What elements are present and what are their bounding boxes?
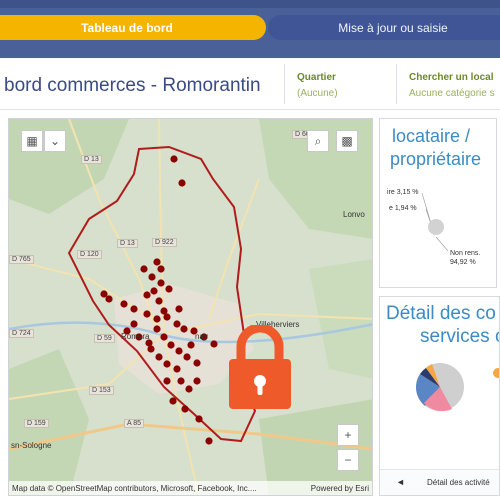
commerce-point[interactable] (181, 405, 189, 413)
pie-label: e 1,94 % (389, 205, 417, 212)
commerce-point[interactable] (183, 353, 191, 361)
services-card: Détail des co services c ◄ Détail des ac… (379, 296, 500, 496)
tenure-card-title: propriétaire (390, 149, 482, 169)
dashboard-header: bord commerces - Romorantin Quartier (Au… (0, 58, 500, 110)
pie-label: Non rens. (450, 250, 481, 257)
commerce-point[interactable] (163, 377, 171, 385)
commerce-point[interactable] (155, 297, 163, 305)
commerce-point[interactable] (175, 347, 183, 355)
commerce-point[interactable] (143, 291, 151, 299)
map-panel[interactable]: D 60 D 13 D 13 D 922 D 120 D 765 D 724 D… (8, 118, 373, 496)
tenure-card: locataire / propriétaire ire 3,15 % e 1,… (379, 118, 497, 288)
commerce-point[interactable] (160, 307, 168, 315)
commerce-point[interactable] (177, 377, 185, 385)
commerce-point[interactable] (165, 285, 173, 293)
commerce-point[interactable] (210, 340, 218, 348)
commerce-point[interactable] (105, 295, 113, 303)
commerce-point[interactable] (167, 341, 175, 349)
qr-code-icon[interactable]: ▩ (336, 130, 358, 152)
road-label: D 159 (24, 419, 49, 428)
top-navigation-bar: Tableau de bord Mise à jour ou saisie (0, 0, 500, 58)
road-label: D 13 (117, 239, 138, 248)
services-card-title: services c (420, 326, 500, 347)
commerce-point[interactable] (173, 365, 181, 373)
services-pie-chart[interactable] (380, 353, 500, 463)
commerce-point[interactable] (205, 437, 213, 445)
commerce-point[interactable] (157, 265, 165, 273)
commerce-point[interactable] (169, 397, 177, 405)
commerce-point[interactable] (193, 359, 201, 367)
commerce-point[interactable] (130, 320, 138, 328)
road-label: D 120 (77, 250, 102, 259)
commerce-point[interactable] (195, 415, 203, 423)
tab-dashboard[interactable]: Tableau de bord (0, 15, 266, 40)
top-strip (0, 0, 500, 8)
tab-update[interactable]: Mise à jour ou saisie (268, 15, 500, 40)
map-attribution: Map data © OpenStreetMap contributors, M… (9, 481, 372, 495)
place-label: nay (195, 332, 208, 341)
road-label: A 85 (124, 419, 145, 428)
place-label: sn-Sologne (11, 441, 52, 450)
zoom-out-button[interactable]: − (337, 449, 359, 471)
commerce-point[interactable] (155, 353, 163, 361)
search-local-value[interactable]: Aucune catégorie s (409, 88, 495, 99)
page-title: bord commerces - Romorantin (4, 75, 261, 96)
commerce-point[interactable] (178, 179, 186, 187)
commerce-point[interactable] (153, 315, 161, 323)
commerce-point[interactable] (157, 279, 165, 287)
lock-icon (229, 325, 291, 409)
commerce-point[interactable] (150, 287, 158, 295)
header-divider (284, 64, 285, 104)
commerce-point[interactable] (120, 300, 128, 308)
zoom-in-button[interactable]: + (337, 424, 359, 446)
pie-label: ire 3,15 % (387, 189, 419, 196)
services-card-footer: ◄ Détail des activité (380, 469, 499, 495)
services-footer-label: Détail des activité (427, 478, 490, 487)
tenure-card-title: locataire / (392, 126, 471, 146)
commerce-point[interactable] (153, 258, 161, 266)
place-label: Lonvo (343, 210, 365, 219)
road-label: D 153 (89, 386, 114, 395)
commerce-point[interactable] (163, 360, 171, 368)
powered-by-esri[interactable]: Powered by Esri (311, 484, 369, 493)
map-canvas[interactable] (9, 119, 373, 496)
pie-label: 94,92 % (450, 259, 476, 266)
previous-arrow-icon[interactable]: ◄ (396, 477, 405, 487)
commerce-point[interactable] (160, 333, 168, 341)
services-card-title: Détail des co (386, 303, 496, 324)
commerce-point[interactable] (173, 320, 181, 328)
commerce-point[interactable] (130, 305, 138, 313)
search-icon[interactable]: ⌕ (307, 130, 329, 152)
search-local-label: Chercher un local (409, 72, 494, 83)
header-divider (396, 64, 397, 104)
chevron-down-icon[interactable]: ⌄ (44, 130, 66, 152)
commerce-point[interactable] (175, 305, 183, 313)
commerce-point[interactable] (170, 155, 178, 163)
quartier-filter-label: Quartier (297, 72, 336, 83)
commerce-point[interactable] (185, 385, 193, 393)
commerce-point[interactable] (180, 325, 188, 333)
commerce-point[interactable] (140, 265, 148, 273)
attribution-text: Map data © OpenStreetMap contributors, M… (12, 483, 257, 493)
commerce-point[interactable] (193, 377, 201, 385)
road-label: D 922 (152, 238, 177, 247)
commerce-point[interactable] (143, 310, 151, 318)
basemap-gallery-icon[interactable]: ▦ (21, 130, 43, 152)
commerce-point[interactable] (153, 325, 161, 333)
road-label: D 765 (9, 255, 34, 264)
road-label: D 13 (81, 155, 102, 164)
commerce-point[interactable] (187, 341, 195, 349)
place-label: Romora (121, 332, 150, 341)
commerce-point[interactable] (148, 273, 156, 281)
road-label: D 59 (94, 334, 115, 343)
quartier-filter-value[interactable]: (Aucune) (297, 88, 338, 99)
road-label: D 724 (9, 329, 34, 338)
